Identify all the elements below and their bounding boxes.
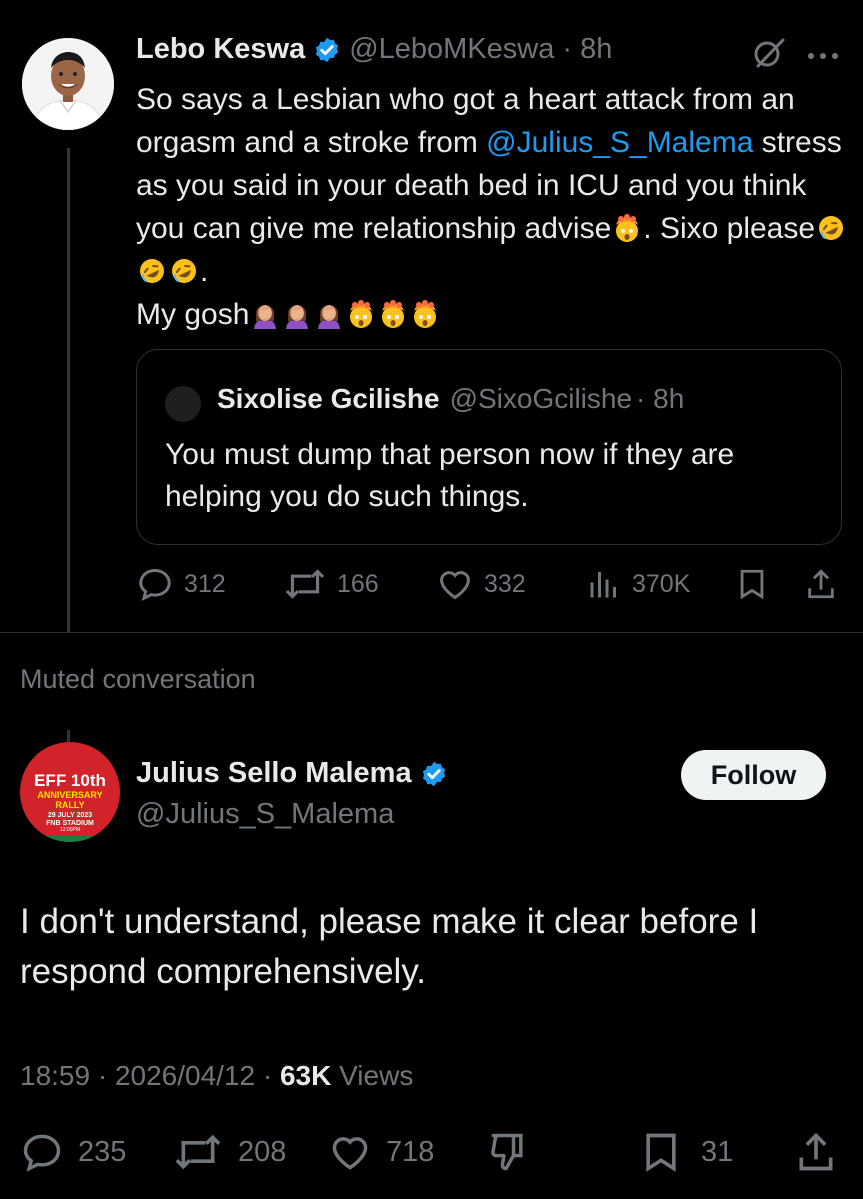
quoted-author-name: Sixolise Gcilishe	[217, 383, 440, 414]
heart-icon	[332, 1137, 368, 1170]
muted-conversation-label: Muted conversation	[20, 664, 256, 694]
retweet-icon	[175, 1134, 221, 1170]
reply-button[interactable]: 312	[136, 565, 226, 603]
tweet1-author-name[interactable]: Lebo Keswa	[136, 33, 305, 66]
reply-icon	[23, 1134, 61, 1172]
downvote-button[interactable]	[486, 1130, 530, 1179]
tweet1-text-part5: My gosh	[136, 298, 250, 331]
like-button[interactable]: 332	[436, 565, 526, 603]
tweet1-body: So says a Lesbian who got a heart attack…	[136, 78, 856, 336]
share-button[interactable]	[794, 1130, 838, 1179]
like-button[interactable]: 718	[328, 1130, 434, 1174]
like-count: 332	[484, 569, 526, 598]
rofl-emoji-icon	[140, 259, 164, 283]
avatar-banner-line4: 29 JULY 2023	[47, 812, 93, 819]
exploding-head-emoji-icon	[382, 300, 405, 328]
tweet2-text: I don't understand, please make it clear…	[20, 902, 759, 991]
reply-count: 235	[78, 1135, 127, 1168]
mention-link[interactable]: @Julius_S_Malema	[486, 126, 753, 159]
view-count: 370K	[632, 569, 691, 598]
retweet-icon	[285, 569, 325, 599]
tweet2-views-count: 63K	[279, 1060, 332, 1091]
like-count: 718	[386, 1135, 435, 1168]
tweet2-handle[interactable]: @Julius_S_Malema	[136, 798, 394, 831]
share-icon	[799, 1132, 833, 1171]
retweet-button[interactable]: 208	[172, 1130, 286, 1174]
section-divider	[0, 632, 863, 633]
views-button[interactable]: 370K	[586, 565, 690, 603]
bookmark-icon	[740, 569, 764, 600]
avatar-portrait	[22, 38, 114, 130]
bookmark-icon	[646, 1133, 676, 1172]
quoted-tweet-time: · 8h	[636, 383, 685, 414]
avatar-banner-line2: ANNIVERSARY	[37, 790, 103, 800]
rofl-emoji-icon	[819, 216, 844, 240]
avatar-banner-line1: EFF 10th	[34, 771, 106, 790]
exploding-head-emoji-icon	[414, 300, 437, 328]
facepalm-emoji-icon	[254, 305, 277, 329]
grok-icon[interactable]	[752, 36, 786, 75]
retweet-button[interactable]: 166	[283, 565, 379, 603]
avatar-banner-line5: FNB STADIUM	[46, 820, 94, 827]
exploding-head-emoji-icon	[350, 300, 373, 328]
tweet2-name-row: Julius Sello Malema	[136, 757, 448, 790]
analytics-icon	[590, 572, 616, 598]
quoted-tweet-text: You must dump that person now if they ar…	[165, 438, 735, 513]
reply-icon	[139, 569, 171, 602]
avatar-lebo-keswa[interactable]	[22, 38, 114, 130]
quoted-author-avatar[interactable]	[165, 386, 201, 422]
facepalm-emoji-icon	[286, 305, 309, 329]
quoted-author-handle: @SixoGcilishe	[449, 383, 633, 414]
rofl-emoji-icon	[172, 259, 196, 283]
retweet-count: 208	[238, 1135, 287, 1168]
tweet2-author-name[interactable]: Julius Sello Malema	[136, 757, 412, 790]
avatar-banner-line3: RALLY	[55, 800, 85, 810]
thread-connector-line	[67, 148, 70, 632]
avatar-julius-malema[interactable]: EFF 10th ANNIVERSARY RALLY 29 JULY 2023 …	[20, 742, 120, 842]
exploding-head-emoji-icon	[616, 214, 639, 242]
bookmark-button[interactable]	[735, 566, 769, 607]
tweet1-text-part3: . Sixo please	[643, 212, 816, 245]
quoted-tweet-card[interactable]: Sixolise Gcilishe @SixoGcilishe · 8h You…	[136, 349, 842, 545]
tweet2-views-label: Views	[339, 1060, 414, 1091]
reply-button[interactable]: 235	[20, 1130, 126, 1174]
bookmark-button[interactable]: 31	[639, 1130, 733, 1174]
tweet1-header: Lebo Keswa @LeboMKeswa · 8h	[136, 33, 776, 66]
follow-button[interactable]: Follow	[681, 750, 826, 800]
tweet1-text-part4: .	[200, 255, 209, 288]
quoted-tweet-header: Sixolise Gcilishe @SixoGcilishe · 8h	[217, 383, 684, 415]
thumbs-down-icon	[491, 1133, 523, 1171]
verified-badge-icon[interactable]	[313, 36, 341, 64]
retweet-count: 166	[337, 569, 379, 598]
tweet2-meta: 18:59 · 2026/04/12 · 63K Views	[20, 1060, 413, 1092]
tweet1-handle[interactable]: @LeboMKeswa	[349, 33, 554, 66]
tweet1-time[interactable]: · 8h	[562, 33, 612, 66]
thread-connector-stub	[67, 730, 70, 742]
more-options-icon[interactable]	[806, 48, 840, 66]
avatar-banner-green-strip	[20, 835, 120, 842]
avatar-banner-line6: 12:00PM	[59, 827, 80, 833]
heart-icon	[440, 571, 470, 600]
tweet2-timestamp[interactable]: 18:59 · 2026/04/12 ·	[20, 1060, 272, 1091]
verified-badge-icon[interactable]	[420, 760, 448, 788]
share-button[interactable]	[804, 566, 838, 607]
facepalm-emoji-icon	[318, 305, 341, 329]
reply-count: 312	[184, 569, 226, 598]
share-icon	[808, 569, 834, 599]
bookmark-count: 31	[701, 1135, 734, 1168]
